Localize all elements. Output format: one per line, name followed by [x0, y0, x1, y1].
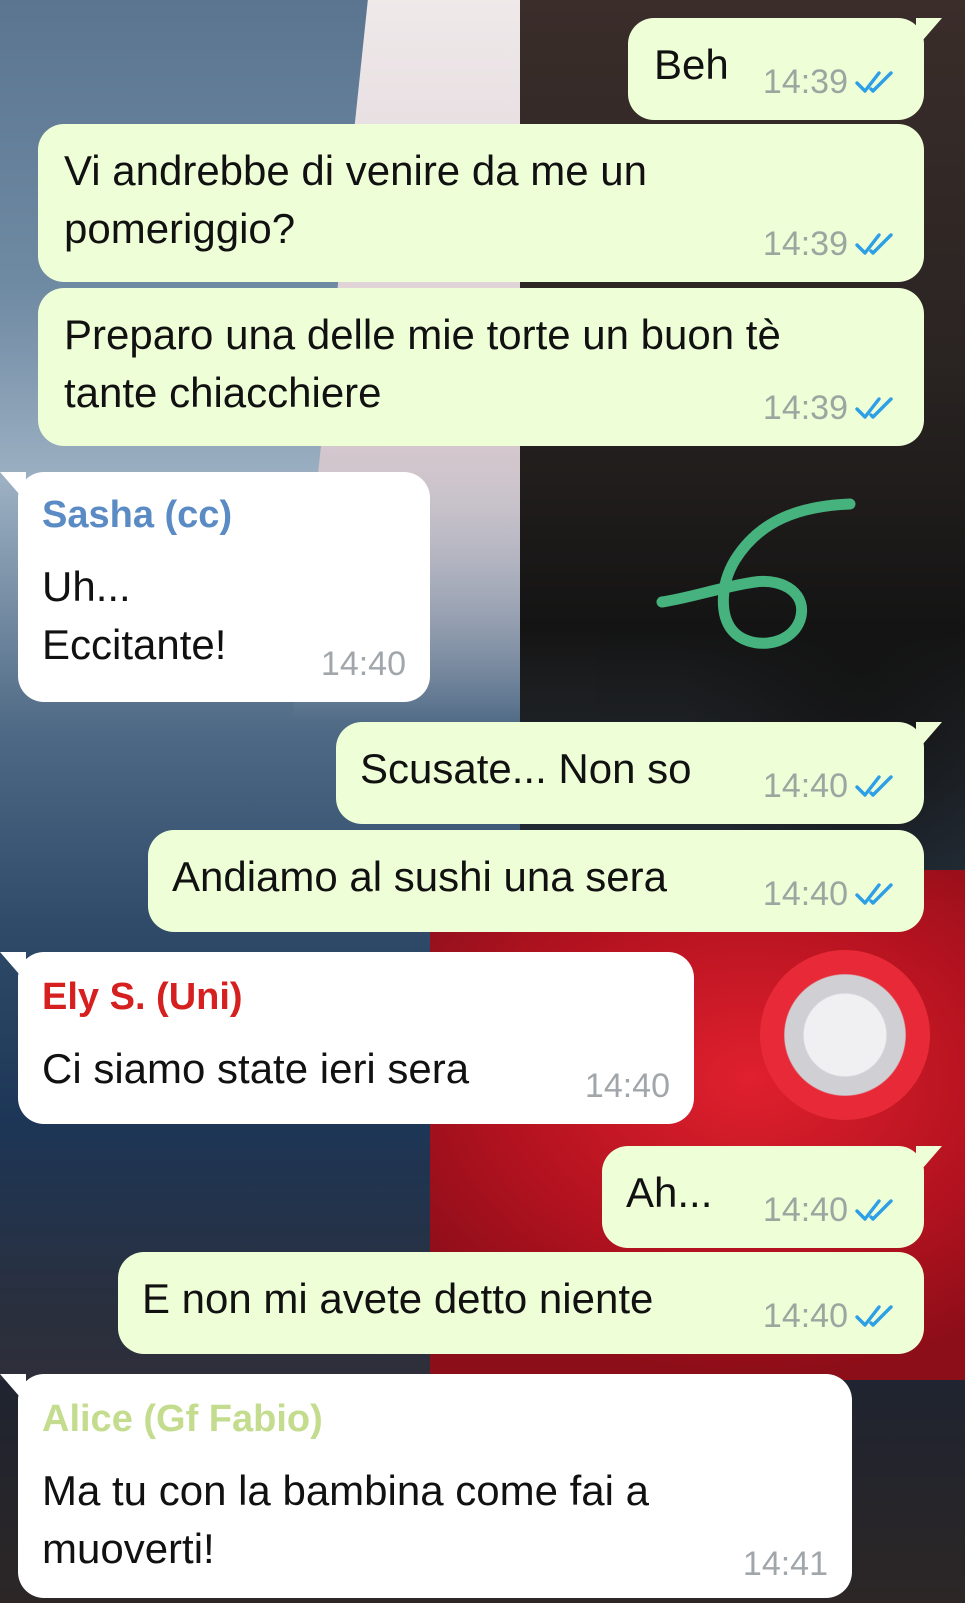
double-check-icon	[855, 397, 893, 419]
message-meta: 14:40	[763, 1190, 900, 1230]
message-meta: 14:40	[585, 1066, 670, 1106]
message-text: E non mi avete detto niente	[142, 1275, 654, 1322]
double-check-icon	[855, 233, 893, 255]
message-bubble[interactable]: Sasha (cc) Uh... Eccitante! 14:40	[0, 472, 430, 702]
message-bubble[interactable]: Scusate... Non so 14:40	[336, 722, 942, 824]
message-bubble[interactable]: Preparo una delle mie torte un buon tè t…	[38, 288, 924, 446]
message-time: 14:39	[762, 389, 848, 427]
message-text: Andiamo al sushi una sera	[172, 853, 667, 900]
message-meta: 14:40	[763, 1296, 900, 1336]
message-text: Vi andrebbe di venire da me un pomeriggi…	[64, 147, 647, 252]
double-check-icon	[855, 775, 893, 797]
message-time: 14:40	[762, 767, 848, 805]
message-text: Ma tu con la bambina come fai a muoverti…	[42, 1467, 649, 1572]
double-check-icon	[855, 1305, 893, 1327]
message-meta: 14:39	[763, 388, 900, 428]
message-text: Ci siamo state ieri sera	[42, 1045, 470, 1092]
message-meta: 14:40	[321, 644, 406, 684]
message-time: 14:39	[762, 63, 848, 101]
message-time: 14:39	[762, 225, 848, 263]
message-meta: 14:40	[763, 874, 900, 914]
message-bubble[interactable]: Alice (Gf Fabio) Ma tu con la bambina co…	[0, 1374, 852, 1598]
double-check-icon	[855, 883, 893, 905]
message-time: 14:40	[762, 875, 848, 913]
message-text: Uh... Eccitante!	[42, 563, 227, 668]
message-bubble[interactable]: Ely S. (Uni) Ci siamo state ieri sera 14…	[0, 952, 694, 1124]
message-bubble[interactable]: Vi andrebbe di venire da me un pomeriggi…	[38, 124, 924, 282]
message-meta: 14:41	[743, 1544, 828, 1584]
handwritten-annotation	[656, 498, 856, 649]
wallpaper-star-emblem	[760, 950, 930, 1120]
message-text: Beh	[654, 41, 729, 88]
message-time: 14:40	[762, 1191, 848, 1229]
message-bubble[interactable]: E non mi avete detto niente 14:40	[118, 1252, 924, 1354]
message-bubble[interactable]: Beh 14:39	[628, 18, 942, 120]
annotation-stroke	[656, 498, 856, 649]
message-meta: 14:39	[763, 224, 900, 264]
sender-name: Ely S. (Uni)	[42, 976, 243, 1018]
double-check-icon	[855, 71, 893, 93]
message-meta: 14:39	[763, 62, 900, 102]
message-text: Ah...	[626, 1169, 713, 1216]
message-text: Preparo una delle mie torte un buon tè t…	[64, 311, 781, 416]
message-time: 14:40	[584, 1067, 670, 1105]
message-time: 14:40	[320, 645, 406, 683]
double-check-icon	[855, 1199, 893, 1221]
message-time: 14:40	[762, 1297, 848, 1335]
sender-name: Sasha (cc)	[42, 494, 233, 536]
sender-name: Alice (Gf Fabio)	[42, 1398, 323, 1440]
message-time: 14:41	[742, 1545, 828, 1583]
message-text: Scusate... Non so	[360, 745, 692, 792]
message-meta: 14:40	[763, 766, 900, 806]
message-bubble[interactable]: Ah... 14:40	[602, 1146, 942, 1248]
message-bubble[interactable]: Andiamo al sushi una sera 14:40	[148, 830, 924, 932]
